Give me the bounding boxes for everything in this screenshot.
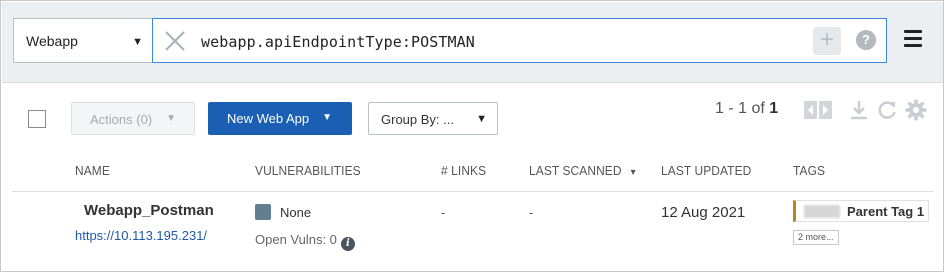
new-web-app-label: New Web App xyxy=(227,111,310,126)
last-scanned-value: - xyxy=(529,205,534,220)
tag-label: Parent Tag 1 xyxy=(847,204,925,219)
refresh-icon[interactable] xyxy=(875,98,899,122)
add-filter-button[interactable]: + xyxy=(813,27,841,55)
search-bar: Webapp ▼ webapp.apiEndpointType:POSTMAN … xyxy=(2,2,943,83)
sort-descending-icon: ▼ xyxy=(628,167,638,177)
column-header-last-updated[interactable]: LAST UPDATED xyxy=(661,163,751,178)
column-header-vulnerabilities[interactable]: VULNERABILITIES xyxy=(255,163,361,178)
chevron-down-icon: ▼ xyxy=(476,113,487,125)
links-count: - xyxy=(441,205,446,220)
tag-chip[interactable]: Parent Tag 1 xyxy=(793,200,929,222)
open-vulns-label: Open Vulns: 0 xyxy=(255,232,337,247)
help-icon-glyph: ? xyxy=(862,32,870,47)
group-by-label: Group By: ... xyxy=(381,112,454,127)
download-icon[interactable] xyxy=(847,98,871,122)
search-query-text[interactable]: webapp.apiEndpointType:POSTMAN xyxy=(201,33,475,51)
last-updated-value: 12 Aug 2021 xyxy=(661,204,746,221)
chevron-down-icon: ▼ xyxy=(166,113,176,124)
header-divider xyxy=(12,191,934,192)
column-header-links[interactable]: # LINKS xyxy=(441,163,486,178)
hamburger-menu-icon[interactable] xyxy=(904,30,922,47)
open-vulns-count: Open Vulns: 0i xyxy=(255,232,355,251)
pagination-range: 1 - 1 of xyxy=(715,100,765,117)
plus-icon: + xyxy=(819,26,834,53)
actions-button[interactable]: Actions (0) ▼ xyxy=(71,102,195,135)
collapse-icon[interactable] xyxy=(803,98,833,122)
chevron-down-icon: ▼ xyxy=(322,112,332,123)
webapp-name-link[interactable]: Webapp_Postman xyxy=(84,202,214,219)
column-header-name[interactable]: NAME xyxy=(75,163,110,178)
info-icon[interactable]: i xyxy=(340,237,355,251)
more-tags-link[interactable]: 2 more... xyxy=(793,230,839,245)
column-header-last-scanned[interactable]: LAST SCANNED ▼ xyxy=(529,163,637,178)
search-type-select[interactable]: Webapp ▼ xyxy=(13,18,153,63)
search-type-value: Webapp xyxy=(26,33,78,49)
clear-icon[interactable] xyxy=(163,29,187,53)
severity-indicator xyxy=(255,204,271,220)
gear-icon[interactable] xyxy=(904,98,928,122)
pagination-info: 1 - 1 of 1 xyxy=(715,100,778,118)
webapp-url-link[interactable]: https://10.113.195.231/ xyxy=(75,228,207,243)
help-icon[interactable]: ? xyxy=(856,30,876,50)
severity-label: None xyxy=(280,205,312,220)
tag-redacted-area xyxy=(804,205,840,218)
column-header-last-scanned-label: LAST SCANNED xyxy=(529,163,622,178)
webapp-list-window: Webapp ▼ webapp.apiEndpointType:POSTMAN … xyxy=(0,0,944,272)
column-header-tags[interactable]: TAGS xyxy=(793,163,825,178)
group-by-select[interactable]: Group By: ... ▼ xyxy=(368,102,498,135)
pagination-total: 1 xyxy=(769,100,779,117)
search-query-field[interactable]: webapp.apiEndpointType:POSTMAN + ? xyxy=(152,18,887,63)
actions-button-label: Actions (0) xyxy=(90,112,153,127)
new-web-app-button[interactable]: New Web App ▼ xyxy=(208,102,352,135)
chevron-down-icon: ▼ xyxy=(132,36,143,48)
select-all-checkbox[interactable] xyxy=(28,110,46,128)
